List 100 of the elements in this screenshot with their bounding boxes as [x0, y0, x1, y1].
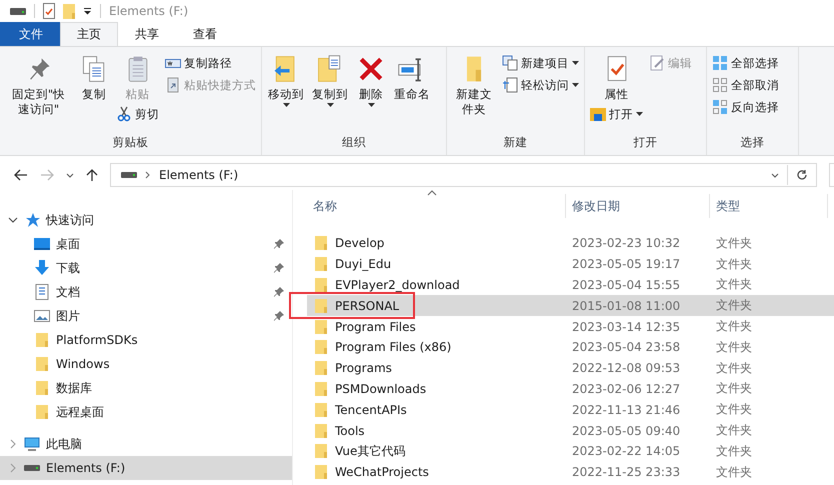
file-row[interactable]: PSMDownloads 2023-02-06 12:27 文件夹: [307, 378, 834, 400]
column-header[interactable]: 名称: [307, 194, 566, 218]
folder-icon: [313, 298, 329, 314]
ribbon-button[interactable]: 固定到"快速访问": [3, 51, 74, 119]
folder-icon: [313, 339, 329, 356]
tree-item[interactable]: Windows: [0, 352, 292, 376]
chevron-icon[interactable]: [145, 171, 151, 179]
customize-dropdown-icon[interactable]: [83, 7, 92, 15]
group-label: 新建: [502, 134, 528, 151]
open-folder-icon: [590, 106, 606, 122]
file-row[interactable]: Programs 2022-12-08 09:53 文件夹: [307, 358, 834, 379]
file-type: 文件夹: [715, 401, 753, 418]
ribbon-tab[interactable]: 主页: [60, 22, 118, 46]
file-row[interactable]: WeChatProjects 2022-11-25 23:33 文件夹: [307, 462, 834, 483]
file-name: EVPlayer2_download: [335, 278, 460, 292]
select-all-icon: [712, 55, 728, 71]
file-name: PERSONAL: [335, 298, 400, 313]
tree-item[interactable]: 文档: [0, 280, 292, 304]
tree-item[interactable]: Elements (F:): [0, 456, 292, 480]
file-type: 文件夹: [715, 256, 753, 273]
folder-icon: [313, 422, 329, 439]
ribbon-button[interactable]: 新建项目: [500, 53, 581, 73]
picture-icon: [34, 308, 50, 324]
star-icon: [24, 212, 40, 228]
caret-icon: [572, 61, 579, 65]
file-type: 文件夹: [715, 338, 753, 356]
tree-item[interactable]: 此电脑: [0, 432, 292, 456]
folder-icon: [313, 256, 329, 272]
address-bar[interactable]: Elements (F:): [110, 163, 817, 187]
folder-icon: [34, 332, 50, 348]
ribbon-button[interactable]: 属性: [598, 51, 634, 104]
file-name: TencentAPIs: [335, 402, 407, 417]
breadcrumb-item[interactable]: Elements (F:): [159, 168, 238, 182]
file-row[interactable]: Program Files (x86) 2023-05-04 23:58 文件夹: [307, 336, 834, 358]
ribbon-tab[interactable]: 共享: [118, 22, 176, 46]
folder-icon: [313, 402, 329, 418]
file-type: 文件夹: [715, 464, 753, 481]
file-row[interactable]: Develop 2023-02-23 10:32 文件夹: [307, 233, 834, 254]
document-icon: [34, 284, 50, 300]
recent-dropdown-icon[interactable]: [66, 172, 74, 178]
ribbon-tab[interactable]: 查看: [176, 22, 234, 46]
tree-item[interactable]: 快速访问: [0, 208, 292, 232]
file-name: PSMDownloads: [335, 382, 426, 396]
tree-item[interactable]: 数据库: [0, 376, 292, 400]
dropdown-icon[interactable]: [771, 172, 779, 178]
download-arrow-icon: [34, 260, 50, 276]
ribbon-button[interactable]: 打开: [588, 104, 645, 124]
tree-item[interactable]: 桌面: [0, 232, 292, 256]
computer-icon: [24, 436, 40, 452]
file-row[interactable]: Vue其它代码 2023-02-22 14:05 文件夹: [307, 440, 834, 462]
tree-item[interactable]: 远程桌面: [0, 400, 292, 424]
file-row[interactable]: Tools 2023-05-05 09:40 文件夹: [307, 420, 834, 441]
ribbon-tab[interactable]: 文件: [0, 22, 60, 46]
file-row[interactable]: TencentAPIs 2022-11-13 21:46 文件夹: [307, 399, 834, 420]
modified-date: 2023-05-04 15:55: [571, 278, 682, 292]
file-row[interactable]: PERSONAL 2015-01-08 11:00 文件夹: [307, 295, 834, 316]
ribbon-button[interactable]: 复制到: [309, 51, 351, 109]
desktop-icon: [34, 236, 50, 252]
properties-icon[interactable]: [43, 3, 55, 19]
back-arrow-icon[interactable]: [14, 169, 28, 181]
tree-item[interactable]: PlatformSDKs: [0, 328, 292, 352]
invert-selection-icon: [712, 99, 728, 115]
modified-date: 2022-12-08 09:53: [571, 361, 682, 376]
ribbon-button[interactable]: 移动到: [265, 51, 307, 109]
file-name: Program Files: [335, 320, 416, 334]
column-header[interactable]: 修改日期: [566, 194, 710, 218]
folder-icon: [34, 356, 50, 372]
ribbon-button[interactable]: 复制路径: [163, 53, 258, 73]
ribbon-button[interactable]: 全部选择: [710, 53, 781, 73]
search-field[interactable]: [829, 163, 834, 187]
new-item-icon: [502, 55, 518, 71]
drive-icon[interactable]: [10, 6, 26, 16]
file-row[interactable]: EVPlayer2_download 2023-05-04 15:55 文件夹: [307, 274, 834, 296]
chevron-icon[interactable]: [8, 215, 18, 225]
caret-icon: [636, 112, 643, 116]
ribbon-button[interactable]: 反向选择: [710, 97, 781, 117]
folder-icon: [313, 443, 329, 460]
ribbon-button[interactable]: 全部取消: [710, 75, 781, 95]
modified-date: 2023-02-23 10:32: [571, 236, 682, 250]
ribbon-button[interactable]: 删除: [353, 51, 389, 109]
ribbon-button[interactable]: 重命名: [391, 51, 433, 104]
up-arrow-icon[interactable]: [86, 168, 98, 182]
file-type: 文件夹: [715, 380, 753, 398]
file-row[interactable]: Program Files 2023-03-14 12:35 文件夹: [307, 316, 834, 337]
modified-date: 2015-01-08 11:00: [571, 298, 682, 313]
column-header[interactable]: 类型: [710, 194, 828, 218]
ribbon-button[interactable]: 复制: [76, 51, 112, 104]
drive-icon: [24, 464, 40, 472]
edit-icon: [649, 55, 665, 71]
file-name: Programs: [335, 361, 392, 376]
refresh-icon[interactable]: [796, 169, 808, 181]
file-row[interactable]: Duyi_Edu 2023-05-05 19:17 文件夹: [307, 254, 834, 275]
ribbon-button[interactable]: 轻松访问: [500, 75, 581, 95]
document-icon: [502, 77, 518, 93]
tree-item[interactable]: 下载: [0, 256, 292, 280]
file-name: Develop: [335, 236, 384, 250]
file-type: 文件夹: [715, 422, 753, 440]
tree-item[interactable]: 图片: [0, 304, 292, 328]
file-name: Vue其它代码: [335, 442, 406, 460]
ribbon-button[interactable]: 新建文件夹: [450, 51, 498, 119]
